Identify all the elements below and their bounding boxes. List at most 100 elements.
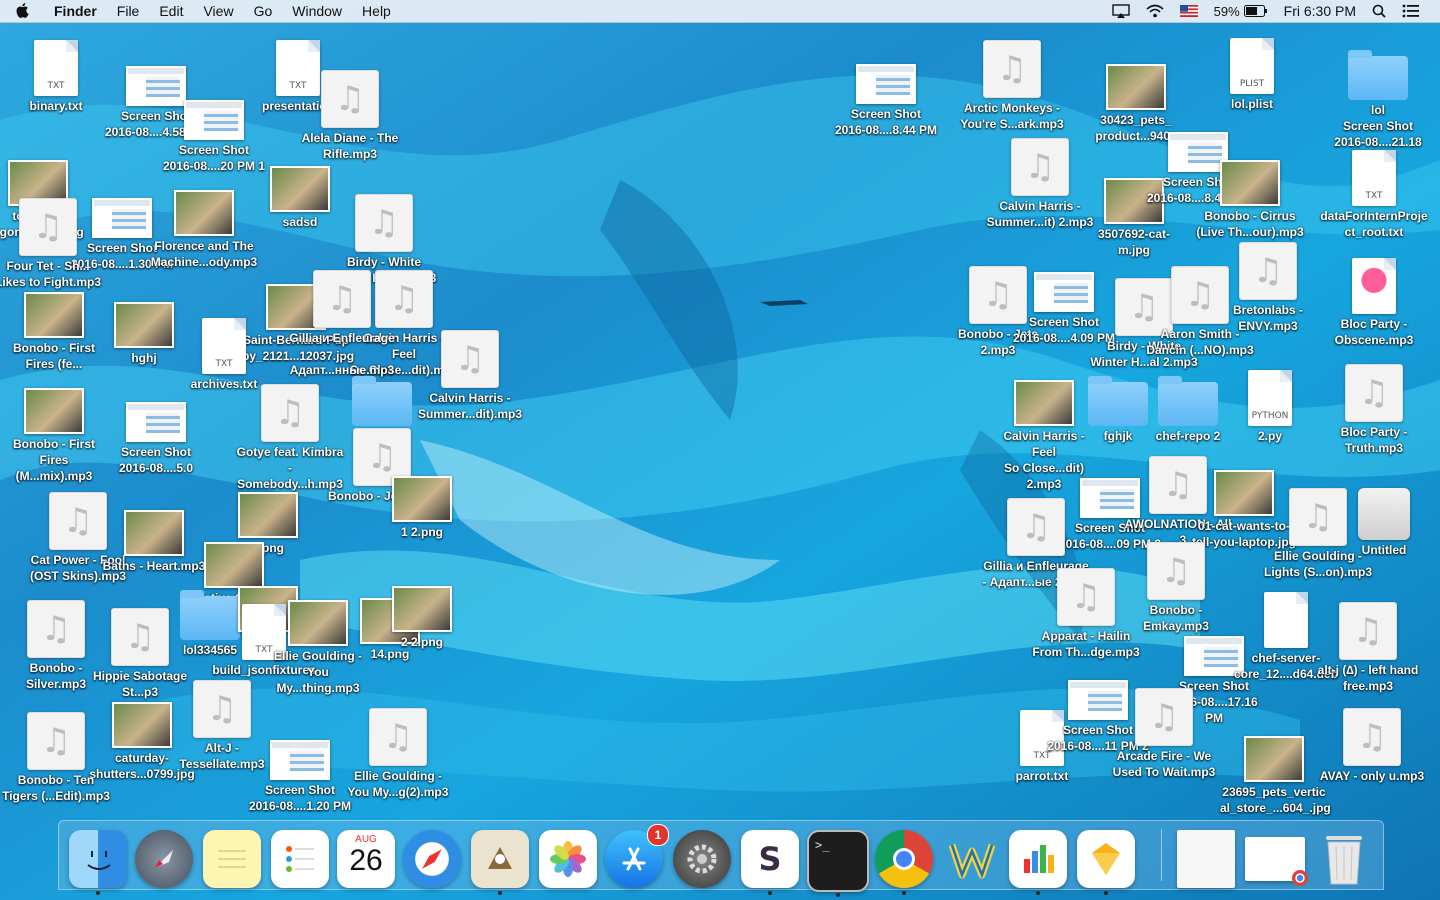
desktop-icon[interactable]: ♫ Ellie Goulding - You My...g(2).mp3 (344, 706, 452, 800)
desktop-icon-label: Bonobo - Cirrus (Live Th...our).mp3 (1196, 209, 1304, 239)
desktop-icon[interactable]: ♫ Calvin Harris - Summer...it) 2.mp3 (986, 136, 1094, 230)
file-extension-label: PLIST (1239, 79, 1265, 89)
desktop-icon[interactable]: 1 2.png (368, 462, 476, 540)
apple-menu-icon[interactable] (16, 3, 38, 19)
calendar-icon[interactable]: AUG 26 (337, 830, 395, 888)
audio-file-icon: ♫ (27, 600, 85, 658)
spotlight-search-icon[interactable] (1372, 4, 1386, 18)
clock[interactable]: Fri 6:30 PM (1284, 3, 1356, 19)
desktop-icon[interactable]: Bonobo - First Fires (M...mix).mp3 (0, 374, 108, 484)
desktop-icon[interactable]: ♫ Bonobo - Ten Tigers (...Edit).mp3 (2, 710, 110, 804)
desktop-icon[interactable]: PYTHON 2.py (1216, 366, 1324, 444)
trash-icon[interactable] (1315, 830, 1373, 888)
notes-icon[interactable] (203, 830, 261, 888)
audio-file-icon: ♫ (1345, 364, 1403, 422)
desktop-icon[interactable]: ♫ Gillia и Enfleurage - Адапт...нные.mp3 (288, 268, 396, 378)
desktop-icon[interactable]: Florence and The Machine...ody.mp3 (150, 176, 258, 270)
desktop-icon-label: Bloc Party - Truth.mp3 (1340, 425, 1408, 455)
desktop-icon[interactable]: TXT dataForInternProje ct_root.txt (1320, 146, 1428, 240)
image-thumbnail-icon (270, 166, 330, 212)
audio-file-icon: ♫ (1011, 138, 1069, 196)
image-thumbnail-icon (1220, 160, 1280, 206)
desktop-icon-label: Screen Shot 2016-08....8.44 PM (834, 107, 938, 137)
file-extension-label: TXT (47, 81, 65, 91)
running-indicator (96, 891, 100, 895)
desktop-icon[interactable]: Bloc Party - Obscene.mp3 (1320, 254, 1428, 348)
desktop-icon[interactable]: Screen Shot 2016-08....5.0 (102, 382, 210, 476)
audio-file-icon: ♫ (321, 70, 379, 128)
desktop-icon[interactable]: 23695_pets_vertic al_store_...604_.jpg (1220, 722, 1331, 816)
desktop-icon[interactable]: ♫ AVAY - only u.mp3 (1318, 706, 1426, 784)
numbers-icon[interactable] (1009, 830, 1067, 895)
desktop-icon[interactable]: Screen Shot 2016-08....1.20 PM (246, 720, 354, 814)
desktop-icon[interactable]: ♫Four Tet - Sh... Likes to Fight.mp3 (0, 196, 102, 290)
desktop-icon[interactable]: Untitled (1330, 480, 1438, 558)
document-icon[interactable] (1177, 830, 1235, 888)
system-preferences-icon[interactable] (673, 830, 731, 888)
desktop-icon[interactable]: TXT binary.txt (2, 36, 110, 114)
desktop-icon[interactable]: Bonobo - Cirrus (Live Th...our).mp3 (1196, 146, 1304, 240)
desktop-icon[interactable]: ♫ Alela Diane - The Rifle.mp3 (296, 68, 404, 162)
airplay-icon[interactable] (1111, 4, 1130, 18)
folder-icon (1348, 50, 1408, 100)
audio-file-icon: ♫ (1343, 708, 1401, 766)
audio-file-icon: ♫ (261, 384, 319, 442)
audio-file-icon: ♫ (1339, 602, 1397, 660)
notification-center-icon[interactable] (1402, 4, 1420, 18)
document-icon: TXT (202, 318, 246, 374)
us-flag-input-icon[interactable] (1179, 5, 1198, 17)
image-thumbnail-icon (114, 302, 174, 348)
audio-file-icon: ♫ (1239, 242, 1297, 300)
audio-file-icon: ♫ (111, 608, 169, 666)
desktop-icon[interactable]: ♫ Arctic Monkeys - You're S...ark.mp3 (958, 38, 1066, 132)
audio-file-icon: ♫ (1135, 688, 1193, 746)
safari-icon[interactable] (403, 830, 461, 888)
battery-icon[interactable] (1243, 5, 1268, 17)
running-indicator (902, 891, 906, 895)
file-extension-label: TXT (1365, 191, 1383, 201)
finder-icon[interactable] (69, 830, 127, 895)
desktop-icon[interactable]: 2 2.png (368, 572, 476, 650)
dock: AUG 26 1 S >_ (58, 820, 1384, 897)
desktop-icon[interactable]: TXT archives.txt (170, 314, 278, 392)
chrome-icon[interactable] (875, 830, 933, 895)
reminders-icon[interactable] (271, 830, 329, 888)
desktop-icon-label: 2.py (1257, 429, 1282, 443)
image-thumbnail-icon (24, 388, 84, 434)
wunderlist-icon[interactable] (943, 830, 1001, 888)
menu-help[interactable]: Help (362, 3, 391, 19)
running-indicator (836, 893, 840, 897)
desktop-icon-label: 23695_pets_vertic al_store_...604_.jpg (1220, 785, 1331, 815)
menu-view[interactable]: View (203, 3, 233, 19)
calendar-day: 26 (349, 844, 383, 877)
app-store-icon[interactable]: 1 (605, 824, 669, 888)
desktop-icon[interactable]: ♫ Bretonlabs - ENVY.mp3 (1214, 240, 1322, 334)
mail-icon[interactable] (471, 830, 529, 895)
slack-icon[interactable]: S (741, 830, 799, 895)
desktop-icon[interactable]: ♫ Bloc Party - Truth.mp3 (1320, 362, 1428, 456)
screenshot-thumbnail-icon (270, 740, 330, 780)
image-thumbnail-icon (124, 510, 184, 556)
file-extension-label: PYTHON (1251, 411, 1289, 421)
desktop-icon[interactable]: Screen Shot 2016-08....8.44 PM (832, 44, 940, 138)
audio-file-icon: ♫ (313, 270, 371, 328)
app-menu-finder[interactable]: Finder (54, 3, 97, 19)
menu-go[interactable]: Go (254, 3, 273, 19)
desktop-icon[interactable]: ♫ Arcade Fire - We Used To Wait.mp3 (1110, 686, 1218, 780)
menu-file[interactable]: File (117, 3, 140, 19)
menu-edit[interactable]: Edit (159, 3, 183, 19)
image-thumbnail-icon (1244, 736, 1304, 782)
desktop-icon[interactable]: ♫ alt-j (∆) - left hand free.mp3 (1314, 600, 1422, 694)
desktop-icon-label: binary.txt (29, 99, 83, 113)
wifi-icon[interactable] (1146, 4, 1164, 18)
terminal-icon[interactable]: >_ (807, 830, 869, 897)
desktop-icon-label: Ellie Goulding - You My...g(2).mp3 (347, 769, 449, 799)
folder-icon (352, 376, 412, 426)
desktop-icon[interactable]: PLIST lol.plist (1198, 34, 1306, 112)
chrome-window-icon[interactable] (1245, 837, 1308, 886)
sketch-icon[interactable] (1077, 830, 1135, 895)
menu-window[interactable]: Window (292, 3, 342, 19)
desktop-icon-label: Screen Shot 2016-08....5.0 (118, 445, 194, 475)
launchpad-icon[interactable] (135, 830, 193, 888)
photos-icon[interactable] (539, 830, 597, 888)
